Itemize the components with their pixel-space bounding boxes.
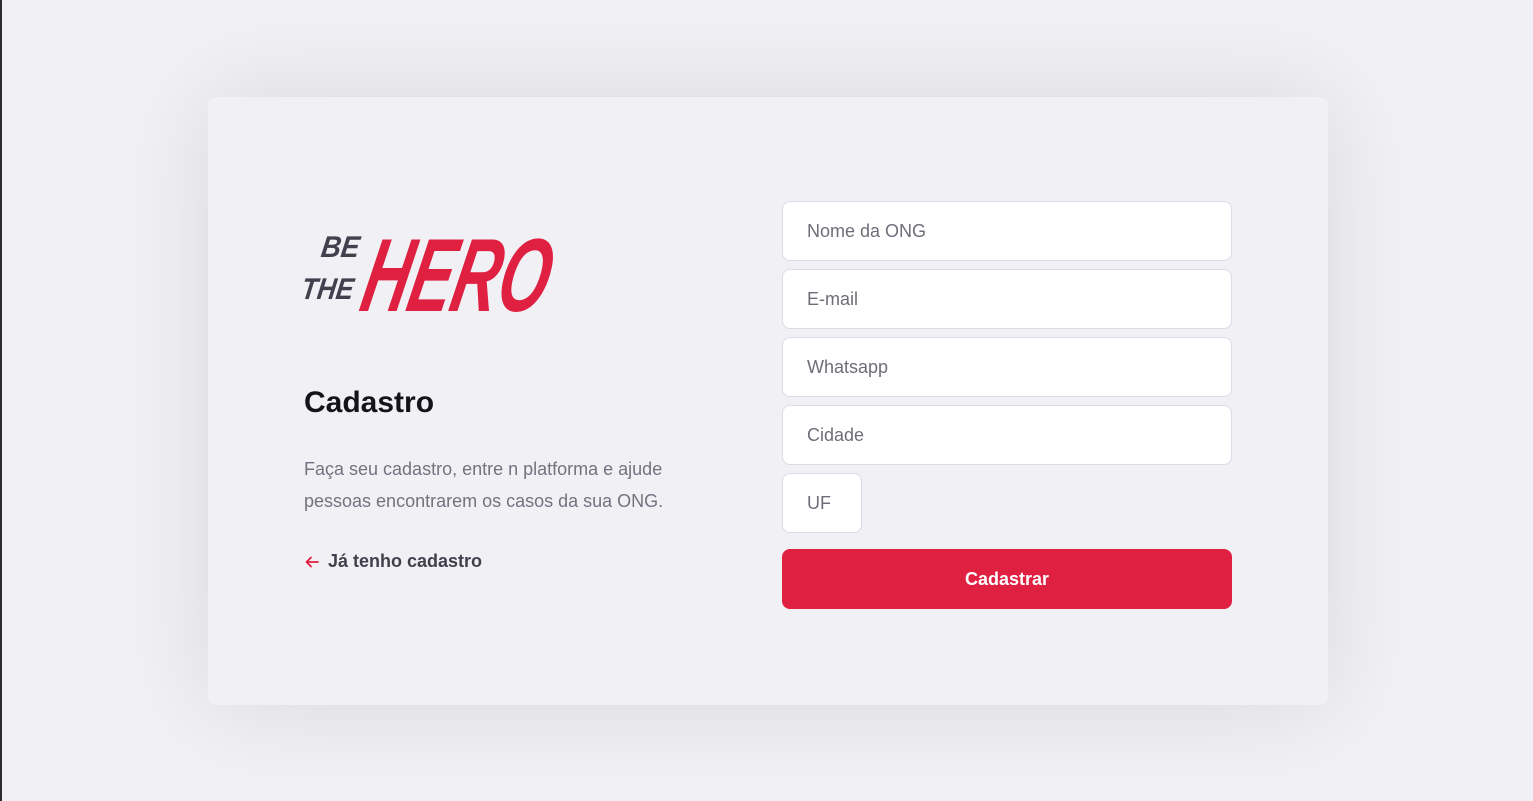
ong-name-input[interactable]	[782, 201, 1232, 261]
be-the-hero-logo: BE THE HERO	[304, 218, 556, 325]
city-input[interactable]	[782, 405, 1232, 465]
window-edge	[0, 0, 2, 801]
whatsapp-input[interactable]	[782, 337, 1232, 397]
email-input[interactable]	[782, 269, 1232, 329]
logo-text-be: BE	[319, 231, 362, 264]
back-link-label: Já tenho cadastro	[328, 551, 483, 571]
logo-text-the: THE	[304, 273, 357, 306]
uf-input[interactable]	[782, 473, 862, 533]
intro-section: BE THE HERO Cadastro Faça seu cadastro, …	[304, 215, 684, 572]
register-form: Cadastrar	[782, 201, 1232, 609]
page-description: Faça seu cadastro, entre n platforma e a…	[304, 459, 664, 511]
register-button[interactable]: Cadastrar	[782, 549, 1232, 609]
page-title: Cadastro	[304, 386, 435, 419]
back-to-login-link[interactable]: Já tenho cadastro	[304, 551, 684, 572]
logo-text-hero: HERO	[353, 218, 556, 325]
register-card: BE THE HERO Cadastro Faça seu cadastro, …	[208, 97, 1328, 705]
arrow-left-icon	[305, 556, 319, 567]
uf-row	[782, 473, 1232, 541]
